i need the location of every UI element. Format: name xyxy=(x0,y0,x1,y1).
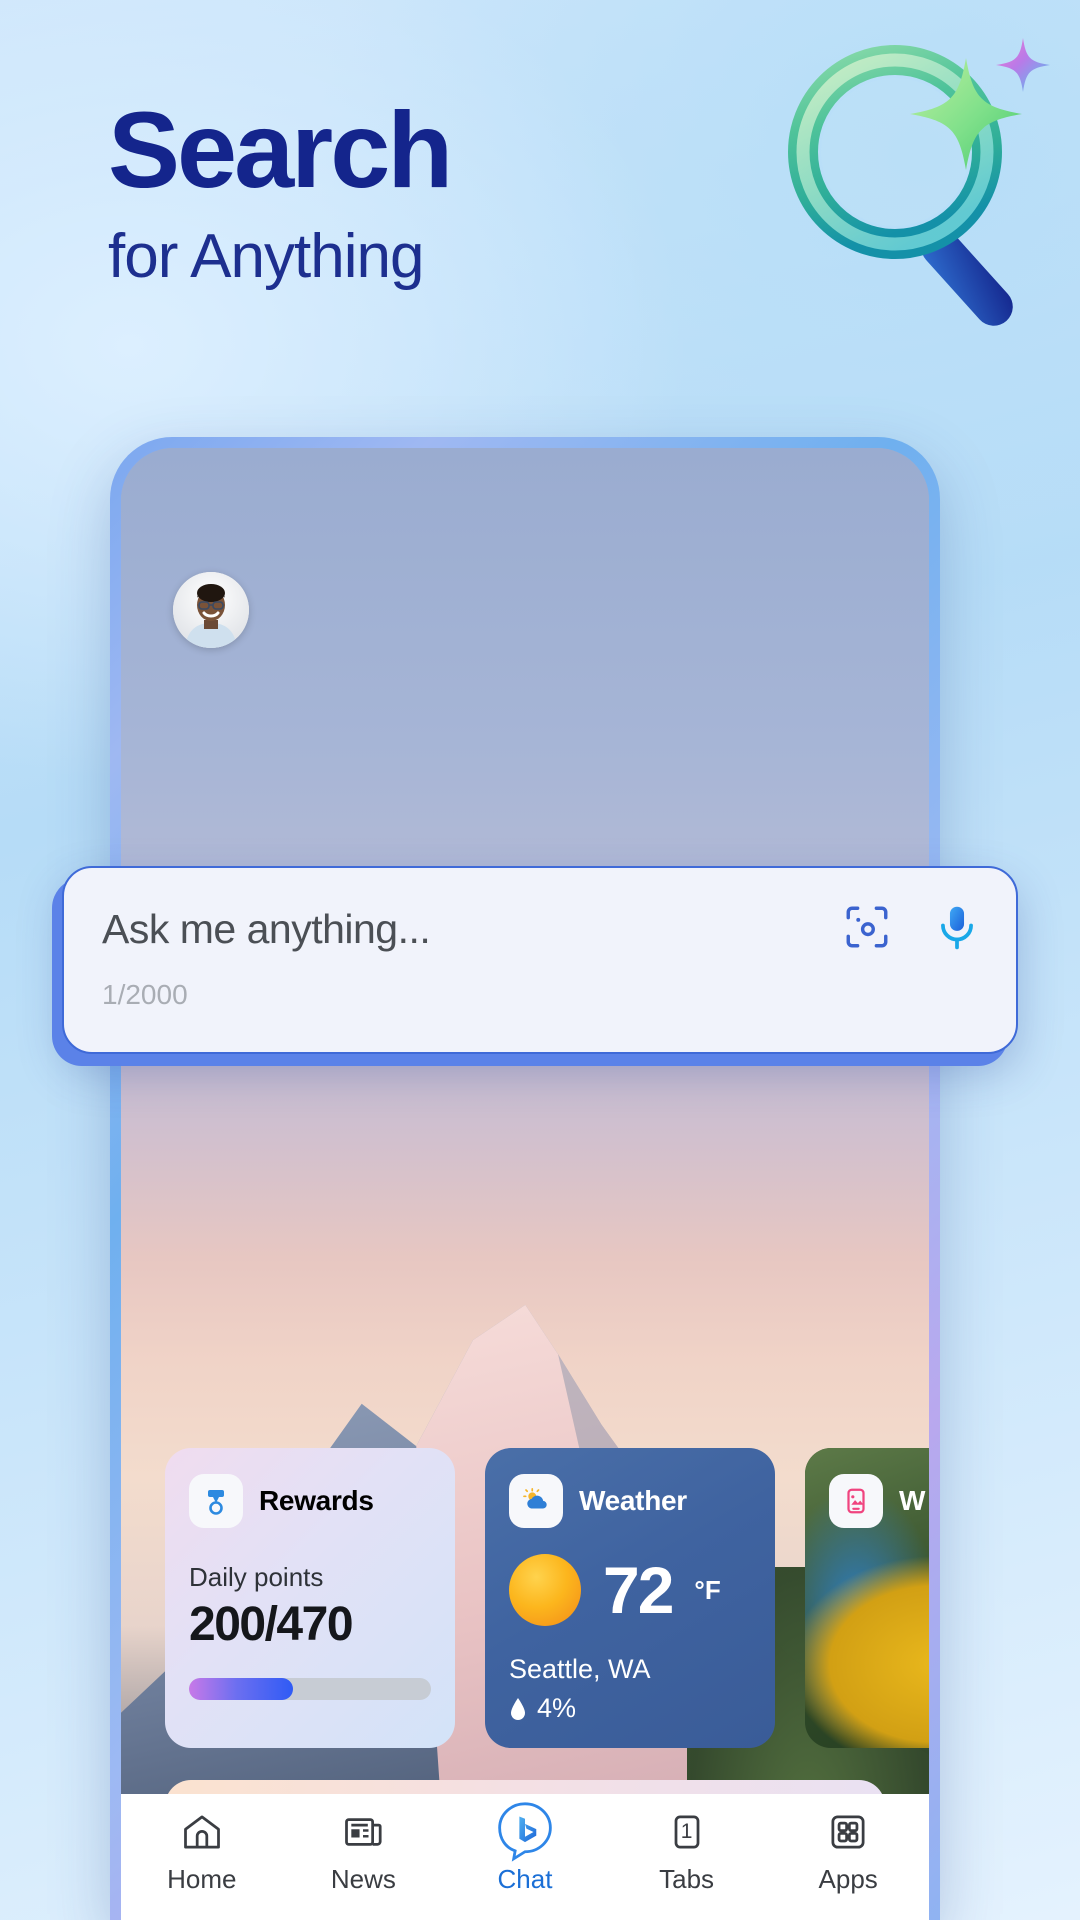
widget-header: Weather xyxy=(509,1474,751,1528)
widget-title: Weather xyxy=(579,1485,687,1516)
widget-title: Rewards xyxy=(259,1485,374,1516)
tabs-icon: 1 xyxy=(665,1808,709,1856)
widget-rewards[interactable]: Rewards Daily points 200/470 xyxy=(165,1448,455,1748)
page-title: Search xyxy=(108,89,453,210)
rewards-label: Daily points xyxy=(189,1562,324,1592)
rewards-progress-fill xyxy=(189,1678,294,1700)
camera-search-icon[interactable] xyxy=(842,902,892,957)
hero-heading: Search for Anything xyxy=(108,89,453,291)
bing-chat-icon xyxy=(494,1802,556,1862)
nav-item-apps[interactable]: Apps xyxy=(767,1808,929,1895)
widget-weather[interactable]: Weather 72 °F Seattle, WA 4% xyxy=(485,1448,775,1748)
nav-item-tabs[interactable]: 1 Tabs xyxy=(606,1808,768,1895)
nav-label: Tabs xyxy=(659,1864,715,1894)
widget-title: W xyxy=(899,1485,926,1516)
phone-screen: Rewards Daily points 200/470 Weather 72 … xyxy=(121,448,929,1920)
wallpaper-phone-icon xyxy=(829,1474,883,1528)
partly-cloudy-icon xyxy=(509,1474,563,1528)
rewards-value: 200/470 xyxy=(189,1598,354,1651)
widget-header: Rewards xyxy=(189,1474,431,1528)
home-icon xyxy=(180,1808,224,1856)
nav-label: Apps xyxy=(818,1864,878,1894)
nav-label: News xyxy=(330,1864,396,1894)
hero-artwork xyxy=(770,22,1070,332)
nav-label: Chat xyxy=(497,1864,553,1894)
weather-temperature: 72 xyxy=(603,1553,674,1627)
sparkle-icon xyxy=(996,38,1050,92)
widget-row: Rewards Daily points 200/470 Weather 72 … xyxy=(165,1448,929,1748)
widget-wallpaper[interactable]: W xyxy=(805,1448,929,1748)
search-bar[interactable]: Ask me anything... 1/2000 xyxy=(62,866,1018,1054)
precipitation-value: 4% xyxy=(537,1693,577,1723)
weather-precipitation: 4% xyxy=(509,1693,751,1724)
tabs-count-badge: 1 xyxy=(680,1820,693,1843)
bottom-navigation: Home News Chat 1 Tabs Apps xyxy=(121,1794,929,1920)
nav-item-news[interactable]: News xyxy=(283,1808,445,1895)
avatar[interactable] xyxy=(173,572,249,648)
search-input-row: Ask me anything... xyxy=(102,902,982,957)
search-actions xyxy=(842,902,982,957)
water-drop-icon xyxy=(511,1697,525,1720)
news-icon xyxy=(341,1808,385,1856)
apps-grid-icon xyxy=(826,1808,870,1856)
character-counter: 1/2000 xyxy=(102,979,188,1010)
microphone-icon[interactable] xyxy=(932,902,982,957)
floating-search: Ask me anything... 1/2000 xyxy=(62,866,1018,1054)
weather-unit: °F xyxy=(694,1574,721,1605)
weather-city: Seattle, WA xyxy=(509,1654,651,1684)
nav-item-chat[interactable]: Chat xyxy=(444,1802,606,1895)
weather-current: 72 °F xyxy=(509,1554,751,1626)
search-input[interactable]: Ask me anything... xyxy=(102,906,431,953)
widget-header: W xyxy=(829,1474,929,1528)
sun-icon xyxy=(509,1554,581,1626)
page-subtitle: for Anything xyxy=(108,222,424,291)
nav-item-home[interactable]: Home xyxy=(121,1808,283,1895)
phone-mockup: Rewards Daily points 200/470 Weather 72 … xyxy=(110,437,940,1920)
rewards-medal-icon xyxy=(189,1474,243,1528)
rewards-progress-track xyxy=(189,1678,431,1700)
nav-label: Home xyxy=(167,1864,237,1894)
